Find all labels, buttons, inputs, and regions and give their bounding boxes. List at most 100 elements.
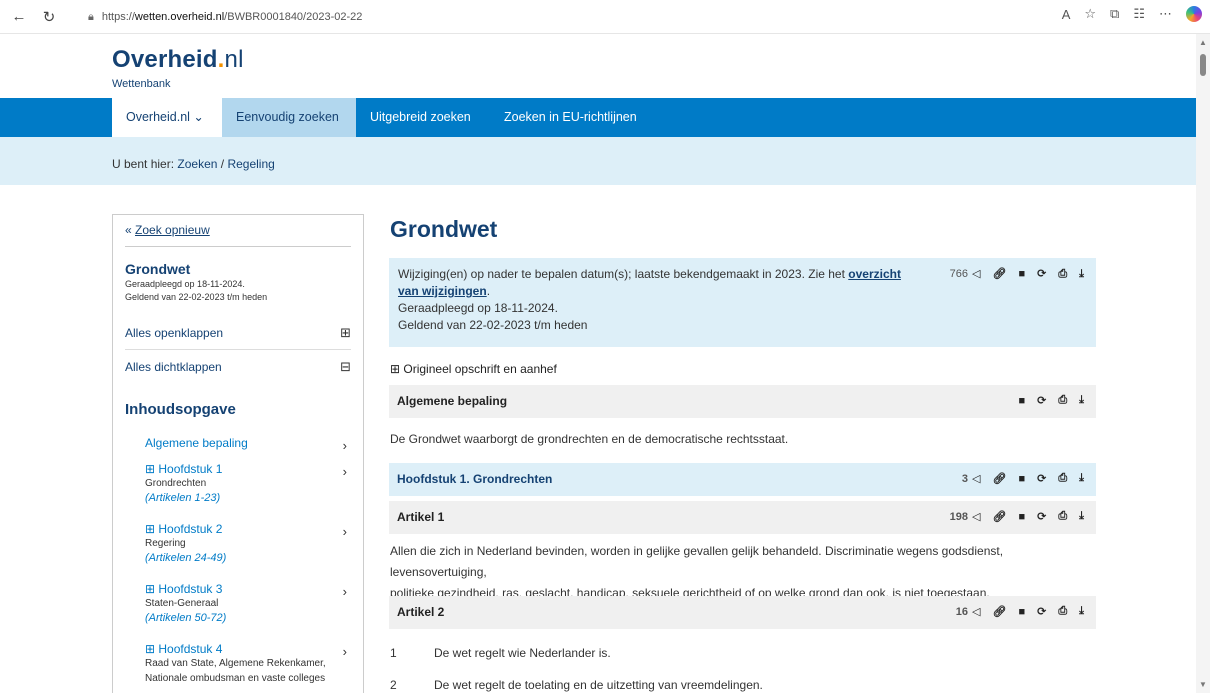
breadcrumb-separator: / — [220, 157, 225, 171]
favorites-icon[interactable]: ☷ — [1133, 6, 1145, 22]
link-icon[interactable]: 🔗︎ — [992, 266, 1006, 283]
list-item-number: 2 — [390, 678, 397, 692]
print-icon[interactable]: ⎙ — [1058, 472, 1067, 485]
more-menu-icon[interactable]: ⋯ — [1159, 6, 1172, 22]
sidebar: « Zoek opnieuw Grondwet Geraadpleegd op … — [112, 214, 364, 693]
list-item-number: 1 — [390, 646, 397, 660]
scrollbar-thumb[interactable] — [1200, 54, 1206, 76]
link-icon[interactable]: 🔗︎ — [992, 472, 1006, 485]
expand-all-button[interactable]: Alles openklappen ⊞ — [125, 317, 351, 350]
scroll-down-icon[interactable]: ▼ — [1199, 680, 1207, 689]
article-1-line-1: Allen die zich in Nederland bevinden, wo… — [390, 544, 1004, 579]
nav-simple-search[interactable]: Eenvoudig zoeken — [222, 98, 356, 137]
print-icon[interactable]: ⎙ — [1058, 605, 1067, 618]
share-icon[interactable]: ◁ — [972, 266, 980, 283]
list-item: 2 De wet regelt de toelating en de uitzet… — [390, 678, 763, 692]
copilot-icon[interactable] — [1186, 6, 1202, 22]
list-item-text: De wet regelt de toelating en de uitzett… — [434, 678, 763, 692]
timeline-icon[interactable]: ⟳ — [1037, 266, 1046, 283]
breadcrumb-search-link[interactable]: Zoeken — [177, 157, 217, 171]
article-2-heading: Artikel 2 — [397, 605, 445, 619]
info-icon[interactable]: ■ — [1018, 511, 1025, 523]
toc-item-chapter-1[interactable]: ⊞ Hoofdstuk 1 Grondrechten (Artikelen 1-… — [113, 462, 363, 522]
info-icon[interactable]: ■ — [1018, 473, 1025, 485]
toc-subtitle: Nationale ombudsman en vaste colleges — [145, 673, 326, 684]
print-icon[interactable]: ⎙ — [1058, 394, 1067, 407]
notice-consulted: Geraadpleegd op 18-11-2024. — [398, 301, 558, 315]
download-icon[interactable]: ⤓ — [1079, 510, 1084, 523]
read-aloud-icon[interactable]: A — [1062, 7, 1071, 22]
original-heading-toggle[interactable]: ⊞ Origineel opschrift en aanhef — [390, 362, 557, 376]
address-bar[interactable]: 🔒︎ https:// wetten.overheid.nl /BWBR0001… — [88, 6, 1028, 28]
toc-item-chapter-2[interactable]: ⊞ Hoofdstuk 2 Regering (Artikelen 24-49)… — [113, 522, 363, 582]
notice-valid: Geldend van 22-02-2023 t/m heden — [398, 318, 588, 332]
refresh-icon[interactable]: ↻ — [38, 6, 60, 28]
list-item: 1 De wet regelt wie Nederlander is. — [390, 646, 611, 660]
breadcrumb-current[interactable]: Regeling — [227, 157, 274, 171]
timeline-icon[interactable]: ⟳ — [1037, 605, 1046, 618]
site-logo[interactable]: Overheid.nl — [112, 46, 244, 74]
collapse-all-label: Alles dichtklappen — [125, 359, 222, 374]
chevron-down-icon: ⌄ — [193, 110, 204, 124]
chevron-right-icon: › — [342, 464, 347, 479]
version-notice: Wijziging(en) op nader te bepalen datum(… — [389, 258, 1096, 347]
info-icon[interactable]: ■ — [1018, 606, 1025, 618]
logo-main: Overheid — [112, 46, 218, 73]
chapter-1-actions: 3 ◁ 🔗︎ ■ ⟳ ⎙ ⤓ — [962, 472, 1084, 485]
minus-box-icon: ⊟ — [340, 358, 351, 374]
chevron-right-icon: › — [342, 438, 347, 453]
toc-label: ⊞ Hoofdstuk 3 — [145, 582, 223, 596]
share-count: 198 — [949, 510, 968, 523]
lock-icon[interactable]: 🔒︎ — [88, 11, 94, 24]
scroll-up-icon[interactable]: ▲ — [1199, 38, 1207, 47]
notice-actions: 766 ◁ 🔗︎ ■ ⟳ ⎙ ⤓ — [950, 266, 1084, 283]
link-icon[interactable]: 🔗︎ — [992, 605, 1006, 618]
nav-eu-search[interactable]: Zoeken in EU-richtlijnen — [490, 98, 651, 137]
url-host: wetten.overheid.nl — [134, 11, 225, 23]
notice-end: . — [486, 284, 491, 298]
split-screen-icon[interactable]: ⧉ — [1110, 6, 1119, 22]
collapse-all-button[interactable]: Alles dichtklappen ⊟ — [125, 350, 351, 383]
toc-range: (Artikelen 1-23) — [145, 492, 221, 504]
share-icon[interactable]: ◁ — [972, 472, 980, 485]
timeline-icon[interactable]: ⟳ — [1037, 472, 1046, 485]
toc-item-general[interactable]: Algemene bepaling › — [113, 436, 363, 462]
share-count: 16 — [955, 605, 968, 618]
download-icon[interactable]: ⤓ — [1079, 266, 1084, 283]
share-count: 3 — [961, 472, 968, 485]
download-icon[interactable]: ⤓ — [1079, 605, 1084, 618]
breadcrumb-prefix: U bent hier: — [112, 157, 175, 171]
info-icon[interactable]: ■ — [1018, 266, 1025, 283]
timeline-icon[interactable]: ⟳ — [1037, 394, 1046, 407]
nav-advanced-search[interactable]: Uitgebreid zoeken — [356, 98, 485, 137]
toc-item-chapter-4[interactable]: ⊞ Hoofdstuk 4 Raad van State, Algemene R… — [113, 642, 363, 693]
favorite-star-icon[interactable]: ☆ — [1084, 6, 1096, 22]
url-prefix: https:// — [101, 11, 135, 23]
info-icon[interactable]: ■ — [1018, 395, 1025, 407]
general-provision-text: De Grondwet waarborgt de grondrechten en… — [390, 432, 789, 446]
chevron-right-icon: › — [342, 524, 347, 539]
page-scrollbar[interactable]: ▲ ▼ — [1196, 34, 1210, 693]
link-icon[interactable]: 🔗︎ — [992, 510, 1006, 523]
download-icon[interactable]: ⤓ — [1079, 394, 1084, 407]
article-2-bar: Artikel 2 16 ◁ 🔗︎ ■ ⟳ ⎙ ⤓ — [389, 596, 1096, 629]
article-1-bar: Artikel 1 198 ◁ 🔗︎ ■ ⟳ ⎙ ⤓ — [389, 501, 1096, 534]
site-header: Overheid.nl Wettenbank — [0, 34, 1196, 98]
toc-subtitle: Grondrechten — [145, 478, 207, 489]
nav-overheid-dropdown[interactable]: Overheid.nl ⌄ — [112, 98, 222, 137]
toc-range: (Artikelen 24-49) — [145, 552, 227, 564]
share-icon[interactable]: ◁ — [972, 605, 980, 618]
print-icon[interactable]: ⎙ — [1058, 266, 1067, 283]
toc-item-chapter-3[interactable]: ⊞ Hoofdstuk 3 Staten-Generaal (Artikelen… — [113, 582, 363, 642]
notice-text: Wijziging(en) op nader te bepalen datum(… — [398, 267, 849, 281]
back-icon[interactable]: ← — [8, 6, 30, 28]
timeline-icon[interactable]: ⟳ — [1037, 510, 1046, 523]
share-icon[interactable]: ◁ — [972, 510, 980, 523]
general-actions: ■ ⟳ ⎙ ⤓ — [1018, 394, 1084, 407]
general-provision-bar: Algemene bepaling ■ ⟳ ⎙ ⤓ — [389, 385, 1096, 418]
search-again-link[interactable]: « Zoek opnieuw — [125, 223, 351, 247]
print-icon[interactable]: ⎙ — [1058, 510, 1067, 523]
chapter-1-heading[interactable]: Hoofdstuk 1. Grondrechten — [397, 472, 552, 486]
download-icon[interactable]: ⤓ — [1079, 472, 1084, 485]
toc-label: Algemene bepaling — [145, 436, 248, 450]
